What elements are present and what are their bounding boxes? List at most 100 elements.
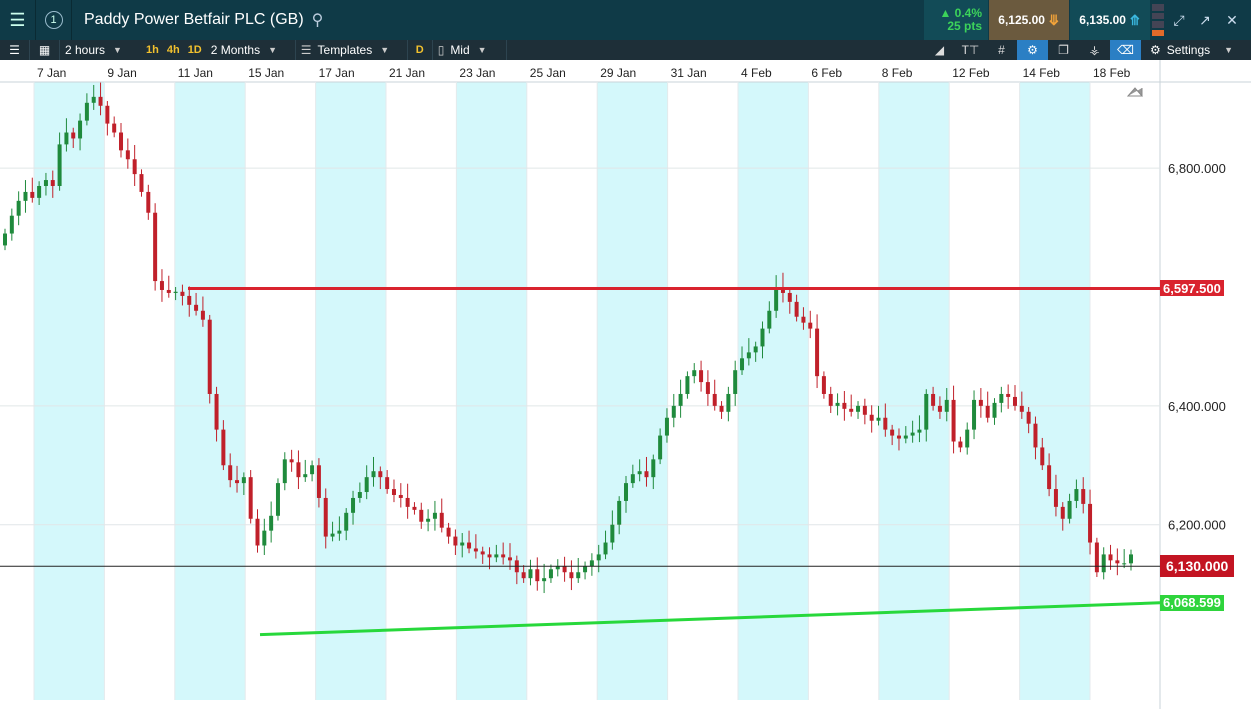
resistance-price-tag: 6,597.500 <box>1160 280 1224 297</box>
candle-body <box>521 572 526 579</box>
candle-body <box>637 471 642 475</box>
candle-body <box>159 281 164 290</box>
interval-select[interactable]: 2 hours ▼ <box>60 40 142 60</box>
interval-1d-button[interactable]: 1D <box>184 40 206 60</box>
arrow-down-icon: ⤋ <box>1047 11 1060 28</box>
candle-body <box>1060 506 1065 519</box>
text-size-icon[interactable]: T⊤ <box>955 40 986 60</box>
candle-body <box>378 471 383 478</box>
price-type-select[interactable]: ▯ Mid ▼ <box>433 40 507 60</box>
candle <box>16 191 21 226</box>
candle-body <box>719 405 724 412</box>
candle-body <box>200 310 205 320</box>
candle <box>821 371 826 399</box>
d-badge[interactable]: D <box>408 40 433 60</box>
hamburger-icon[interactable]: ☰ <box>0 0 36 40</box>
candle-body <box>678 393 683 406</box>
layout-icon[interactable]: ▦ <box>30 40 60 60</box>
candle-body <box>91 96 96 103</box>
tag-tool-icon[interactable]: ⌫ <box>1110 40 1141 60</box>
candle-body <box>1094 542 1099 573</box>
candle-body <box>903 435 908 439</box>
candle <box>275 478 280 521</box>
candle-body <box>965 429 970 448</box>
candle <box>1006 384 1011 409</box>
candle-body <box>910 432 915 436</box>
date-tick-label: 9 Jan <box>107 66 136 80</box>
candle-body <box>931 393 936 406</box>
price-type-value: Mid <box>450 43 470 57</box>
draw-line-icon[interactable]: ◢ <box>924 40 955 60</box>
candle <box>1101 547 1106 580</box>
date-tick-label: 4 Feb <box>741 66 772 80</box>
candle-body <box>494 554 499 558</box>
popout-icon[interactable]: ↗ <box>1192 0 1218 40</box>
settings-button[interactable]: ⚙ Settings ▼ <box>1142 40 1251 60</box>
candle-body <box>958 441 963 448</box>
candle-body <box>316 465 321 498</box>
search-icon[interactable]: ⚲ <box>312 10 324 30</box>
candle <box>269 501 274 543</box>
close-icon[interactable]: ✕ <box>1219 0 1245 40</box>
indicator-icon[interactable]: ⚶ <box>1079 40 1110 60</box>
candle-body <box>303 474 308 478</box>
window-number-badge[interactable]: 1 <box>36 0 72 40</box>
candle-body <box>726 393 731 412</box>
arrow-up-icon: ⤊ <box>1128 11 1141 28</box>
candle <box>412 502 417 515</box>
candle <box>542 563 547 594</box>
list-icon[interactable]: ☰ <box>0 40 30 60</box>
candle-body <box>9 215 14 234</box>
candle <box>282 452 287 491</box>
candle <box>391 479 396 503</box>
chevron-down-icon: ▼ <box>477 45 487 55</box>
expand-icon[interactable]: ⤢ <box>1166 0 1192 40</box>
grid-icon[interactable]: # <box>986 40 1017 60</box>
candle-body <box>43 180 48 186</box>
candle-body <box>214 393 219 430</box>
candle <box>255 509 260 553</box>
sell-price-button[interactable]: 6,125.00 ⤋ <box>989 0 1069 40</box>
candle-body <box>501 554 506 558</box>
interval-1h-button[interactable]: 1h <box>142 40 163 60</box>
candle <box>992 398 997 425</box>
candle <box>289 449 294 472</box>
candle-body <box>23 191 28 201</box>
candle-body <box>535 569 540 582</box>
overlay-icon[interactable]: ❐ <box>1048 40 1079 60</box>
candle-body <box>1129 554 1133 564</box>
candle-body <box>651 459 656 478</box>
candle <box>139 169 144 197</box>
interval-4h-button[interactable]: 4h <box>163 40 184 60</box>
candle-body <box>978 399 983 406</box>
range-select[interactable]: 2 Months ▼ <box>206 40 296 60</box>
buy-price-button[interactable]: 6,135.00 ⤊ <box>1070 0 1150 40</box>
candle-body <box>610 524 615 543</box>
price-chart[interactable]: 7 Jan 9 Jan 11 Jan 15 Jan 17 Jan 21 Jan 23 Jan… <box>0 60 1251 709</box>
crosshair-tool-icon[interactable]: ⚙ <box>1017 40 1048 60</box>
chevron-down-icon: ▼ <box>1224 45 1234 55</box>
candle-body <box>869 414 874 421</box>
candle-body <box>542 578 547 582</box>
candle-body <box>890 429 895 436</box>
candle <box>153 203 158 291</box>
candle-body <box>221 429 226 466</box>
candle-body <box>453 536 458 546</box>
signal-strength-icon <box>1152 4 1164 36</box>
instrument-title[interactable]: Paddy Power Betfair PLC (GB) <box>84 11 304 29</box>
candle <box>828 386 833 413</box>
candle <box>262 518 267 556</box>
candle-body <box>815 328 820 377</box>
candle-body <box>774 287 779 311</box>
candle-body <box>999 393 1004 403</box>
candle <box>405 483 410 519</box>
candle-body <box>125 150 130 160</box>
candle-body <box>398 494 403 498</box>
candle-body <box>712 393 717 406</box>
candle <box>159 269 164 302</box>
candle-body <box>1019 405 1024 412</box>
candle-body <box>562 566 567 573</box>
templates-select[interactable]: ☰ Templates ▼ <box>296 40 408 60</box>
candle <box>432 500 437 531</box>
settings-label: Settings <box>1166 43 1211 57</box>
